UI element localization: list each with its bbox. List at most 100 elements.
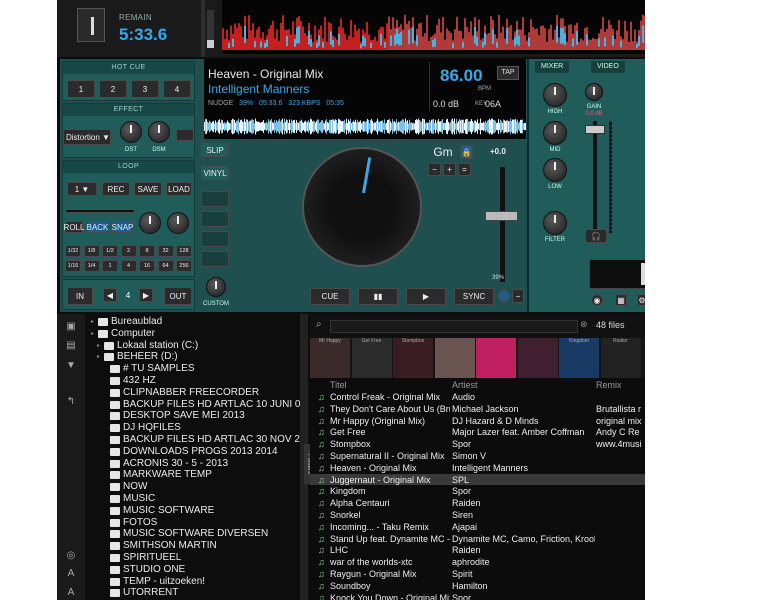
pitch-slider[interactable]	[500, 167, 505, 282]
table-row[interactable]: ♫ Soundboy Hamilton	[310, 580, 645, 592]
loop-length-button[interactable]: 32	[157, 245, 174, 257]
folder-item[interactable]: TEMP - uitzoeken!	[103, 576, 205, 588]
table-row[interactable]: ♫ Stompbox Spor www.4musi	[310, 438, 645, 450]
cover-thumbnail[interactable]: Stompbox	[393, 338, 433, 378]
table-row[interactable]: ♫ Supernatural II - Original Mix Simon V	[310, 450, 645, 462]
column-header-title[interactable]: Titel	[330, 380, 347, 390]
custom-knob[interactable]	[206, 277, 226, 297]
hotcue-button-3[interactable]: 3	[131, 80, 159, 98]
pad-button-2[interactable]	[201, 211, 229, 227]
loop-in-button[interactable]: IN	[67, 287, 93, 305]
slip-button[interactable]: SLIP	[201, 143, 229, 157]
table-row[interactable]: ♫ LHC Raiden	[310, 544, 645, 556]
sync-mode-icon[interactable]	[498, 290, 510, 302]
folder-item[interactable]: DESKTOP SAVE MEI 2013	[103, 410, 245, 422]
table-row[interactable]: ♫ Kingdom Spor	[310, 485, 645, 497]
hotcue-button-1[interactable]: 1	[67, 80, 95, 98]
key-plus-button[interactable]: +	[443, 163, 456, 176]
cue-button[interactable]: CUE	[310, 288, 350, 305]
table-row[interactable]: ♫ Raygun - Original Mix Spirit	[310, 568, 645, 580]
headphone-icon[interactable]: 🎧	[585, 229, 607, 243]
folder-item[interactable]: 432 HZ	[103, 375, 156, 387]
loop-save-button[interactable]: SAVE	[134, 182, 162, 196]
loop-knob-2[interactable]	[167, 212, 189, 234]
search-input[interactable]	[330, 320, 578, 333]
folder-item[interactable]: MARKWARE TEMP	[103, 469, 212, 481]
folder-item[interactable]: FOTOS	[103, 517, 157, 529]
cover-thumbnail[interactable]: Raidor	[600, 338, 641, 378]
loop-length-button[interactable]: 1/16	[65, 260, 81, 272]
filter-icon[interactable]: ▼	[64, 360, 78, 372]
key-reset-button[interactable]: =	[458, 163, 471, 176]
key-minus-button[interactable]: −	[428, 163, 441, 176]
table-row[interactable]: ♫ Alpha Centauri Raiden	[310, 497, 645, 509]
cover-thumbnail[interactable]	[434, 338, 475, 378]
table-row[interactable]: ♫ They Don't Care About Us (Brutallista r…	[310, 403, 645, 415]
effect-toggle[interactable]	[176, 129, 194, 141]
tab-video[interactable]: VIDEO	[591, 61, 625, 73]
loop-length-button[interactable]: 1/32	[65, 245, 81, 257]
loop-length-button[interactable]: 1/8	[83, 245, 100, 257]
hotcue-button-4[interactable]: 4	[163, 80, 191, 98]
eq-mid-knob[interactable]	[543, 121, 567, 145]
table-row[interactable]: ♫ Control Freak - Original Mix Audio	[310, 391, 645, 403]
deck-platter-thumb[interactable]	[77, 8, 105, 42]
loop-roll-button[interactable]: ROLL	[64, 221, 84, 233]
folder-item[interactable]: NOW	[103, 481, 147, 493]
pad-button-4[interactable]	[201, 251, 229, 267]
back-icon[interactable]: ↰	[64, 396, 78, 408]
folder-item[interactable]: MUSIC	[103, 493, 155, 505]
table-row[interactable]: ♫ Incoming... - Taku Remix Ajapai	[310, 521, 645, 533]
table-row[interactable]: ♫ Snorkel Siren	[310, 509, 645, 521]
loop-length-button[interactable]: 128	[176, 245, 192, 257]
cover-thumbnail[interactable]	[517, 338, 558, 378]
cover-thumbnail[interactable]: Kingdom	[559, 338, 599, 378]
pause-button[interactable]: ▮▮	[358, 288, 398, 305]
folders-view-icon[interactable]: ▣	[64, 321, 78, 333]
jog-wheel[interactable]	[302, 147, 422, 267]
folder-item[interactable]: ▸ Bureaublad	[91, 316, 162, 328]
loop-length-button[interactable]: 1/2	[102, 245, 118, 257]
cover-thumbnail[interactable]: Mr Happy	[310, 338, 350, 378]
pad-button-1[interactable]	[201, 191, 229, 207]
table-row[interactable]: ♫ Knock You Down - Original Mix Spor	[310, 592, 645, 600]
volume-fader[interactable]	[593, 121, 597, 233]
loop-length-button[interactable]: 16	[139, 260, 155, 272]
eq-high-knob[interactable]	[543, 83, 567, 107]
table-row[interactable]: ♫ Get Free Major Lazer feat. Amber Coffman…	[310, 426, 645, 438]
vinyl-button[interactable]: VINYL	[201, 166, 229, 180]
folder-item[interactable]: ▸ Lokaal station (C:)	[97, 340, 198, 352]
loop-snap-button[interactable]: SNAP	[112, 221, 133, 233]
loop-length-button[interactable]: 1	[102, 260, 118, 272]
table-row[interactable]: ♫ Stand Up feat. Dynamite MC - Original .…	[310, 533, 645, 545]
folder-item[interactable]: UTORRENT	[103, 587, 178, 599]
settings-icon[interactable]: ⚙	[637, 294, 645, 306]
sampler-icon[interactable]: ▦	[615, 294, 627, 306]
folder-item[interactable]: SMITHSON MARTIN	[103, 540, 217, 552]
folder-item[interactable]: MUSIC SOFTWARE DIVERSEN	[103, 528, 268, 540]
folder-item[interactable]: DJ HQFILES	[103, 422, 181, 434]
crossfader[interactable]	[589, 259, 645, 289]
loop-length-button[interactable]: 1/4	[83, 260, 100, 272]
table-row[interactable]: ♫ war of the worlds-xtc aphrodite	[310, 556, 645, 568]
loop-length-button[interactable]: 256	[176, 260, 192, 272]
hotcue-button-2[interactable]: 2	[99, 80, 127, 98]
folder-item[interactable]: MUSIC SOFTWARE	[103, 505, 214, 517]
cover-thumbnail[interactable]	[476, 338, 516, 378]
pitch-minus-button[interactable]: −	[512, 289, 524, 303]
loop-increase-button[interactable]: ▶	[139, 288, 153, 302]
eq-low-knob[interactable]	[543, 158, 567, 182]
loop-knob-1[interactable]	[139, 212, 161, 234]
loop-length-button[interactable]: 2	[120, 245, 137, 257]
clear-search-icon[interactable]: ⊗	[580, 319, 588, 330]
record-icon[interactable]: ◉	[591, 294, 603, 306]
loop-rec-button[interactable]: REC	[102, 182, 130, 196]
key-lock-icon[interactable]: 🔒	[460, 145, 473, 159]
loop-size-select[interactable]: 1 ▼	[67, 182, 97, 196]
folder-item[interactable]: # TU SAMPLES	[103, 363, 195, 375]
pad-button-3[interactable]	[201, 231, 229, 247]
loop-length-button[interactable]: 4	[120, 260, 137, 272]
effect-knob-1[interactable]	[120, 121, 142, 143]
font-decrease-icon[interactable]: A	[64, 587, 78, 599]
table-row[interactable]: ♫ Juggernaut - Original Mix SPL	[310, 473, 645, 486]
